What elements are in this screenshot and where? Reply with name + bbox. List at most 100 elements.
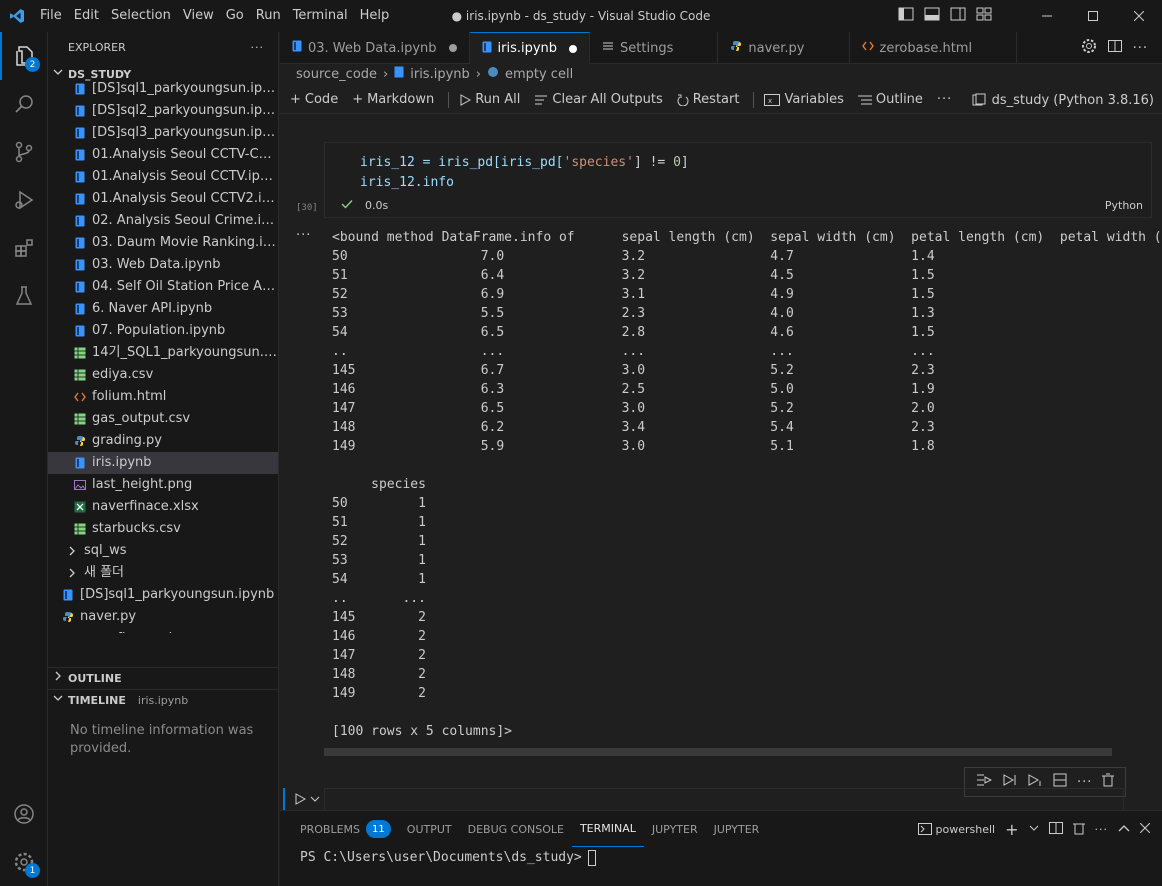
menu-file[interactable]: File [34, 0, 68, 32]
unsaved-dot-icon[interactable] [448, 44, 457, 52]
menu-selection[interactable]: Selection [105, 0, 177, 32]
file-item[interactable]: 04. Self Oil Station Price Analys... [48, 276, 278, 298]
menu-edit[interactable]: Edit [68, 0, 105, 32]
outline-button[interactable]: Outline [857, 92, 923, 107]
menu-go[interactable]: Go [220, 0, 250, 32]
split-terminal-icon[interactable] [1048, 821, 1063, 838]
file-item[interactable]: [DS]sql3_parkyoungsun.ipynb [48, 122, 278, 144]
tab-jupyter-2[interactable]: JUPYTER [706, 811, 768, 847]
more-actions-icon[interactable]: ··· [251, 32, 265, 64]
file-item[interactable]: starbucks.csv [48, 518, 278, 540]
extensions-icon[interactable] [0, 224, 48, 272]
tab-problems[interactable]: PROBLEMS 11 [292, 811, 399, 847]
file-item[interactable]: grading.py [48, 430, 278, 452]
breadcrumb-file[interactable]: iris.ipynb [410, 64, 470, 86]
editor-tab[interactable]: naver.py [718, 32, 850, 64]
file-item[interactable]: [DS]sql1_parkyoungsun.ipynb [48, 78, 278, 100]
unsaved-dot-icon[interactable] [569, 44, 578, 53]
source-control-icon[interactable] [0, 128, 48, 176]
file-item[interactable]: 14기_SQL1_parkyoungsun.csv.c... [48, 342, 278, 364]
file-item[interactable]: 07. Population.ipynb [48, 320, 278, 342]
account-icon[interactable] [0, 790, 48, 838]
file-name: gas_output.csv [92, 411, 191, 426]
file-item[interactable]: 01.Analysis Seoul CCTV-Copy1.... [48, 144, 278, 166]
more-actions-icon[interactable]: ··· [1095, 823, 1109, 836]
tab-output[interactable]: OUTPUT [399, 811, 460, 847]
file-item[interactable]: 03. Daum Movie Ranking.ipynb [48, 232, 278, 254]
outline-section[interactable]: OUTLINE [48, 667, 278, 690]
toggle-sidebar-icon[interactable] [898, 7, 914, 25]
output-horizontal-scrollbar[interactable] [324, 748, 1112, 756]
minimize-icon[interactable] [1024, 0, 1070, 32]
menu-run[interactable]: Run [250, 0, 287, 32]
restart-button[interactable]: Restart [677, 92, 739, 107]
menu-help[interactable]: Help [354, 0, 396, 32]
run-debug-icon[interactable] [0, 176, 48, 224]
terminal-content[interactable]: PS C:\Users\user\Documents\ds_study> [280, 847, 1162, 869]
editor-tab[interactable]: 03. Web Data.ipynb [280, 32, 470, 64]
breadcrumb-folder[interactable]: source_code [296, 64, 377, 86]
tab-debug-console[interactable]: DEBUG CONSOLE [460, 811, 572, 847]
run-all-button[interactable]: Run All [459, 92, 520, 107]
menu-terminal[interactable]: Terminal [287, 0, 354, 32]
trash-icon[interactable] [1072, 821, 1085, 838]
close-icon[interactable] [1116, 0, 1162, 32]
file-item[interactable]: 01.Analysis Seoul CCTV2.ipynb [48, 188, 278, 210]
chevron-down-icon[interactable] [1029, 823, 1039, 836]
file-item[interactable]: last_height.png [48, 474, 278, 496]
clear-outputs-button[interactable]: Clear All Outputs [534, 92, 663, 107]
folder-item[interactable]: sql_ws [48, 540, 278, 562]
file-item[interactable]: ediya.csv [48, 364, 278, 386]
file-item[interactable]: naverfinace.xlsx [48, 496, 278, 518]
more-actions-icon[interactable]: ··· [1133, 41, 1148, 56]
file-item[interactable]: folium.html [48, 386, 278, 408]
file-item[interactable]: 01.Analysis Seoul CCTV.ipynb [48, 166, 278, 188]
testing-flask-icon[interactable] [0, 272, 48, 320]
file-item[interactable]: gas_output.csv [48, 408, 278, 430]
editor-tab[interactable]: Settings [590, 32, 719, 64]
editor-tab[interactable]: iris.ipynb [469, 32, 591, 64]
toggle-panel-icon[interactable] [924, 7, 940, 25]
file-item[interactable]: naverfinace.xlsx [48, 628, 278, 633]
code-cell[interactable]: iris_12 = iris_pd[iris_pd['species'] != … [324, 142, 1152, 218]
file-item[interactable]: naver.py [48, 606, 278, 628]
gear-icon[interactable] [1081, 38, 1097, 58]
file-item[interactable]: iris.ipynb [48, 452, 278, 474]
file-item[interactable]: 03. Web Data.ipynb [48, 254, 278, 276]
variables-button[interactable]: x Variables [764, 92, 844, 107]
maximize-panel-icon[interactable] [1118, 823, 1130, 836]
timeline-header[interactable]: TIMELINE iris.ipynb [48, 690, 278, 712]
file-name: [DS]sql2_parkyoungsun.ipynb [92, 103, 279, 118]
code-editor[interactable]: iris_12 = iris_pd[iris_pd['species'] != … [325, 143, 1151, 193]
add-code-button[interactable]: + Code [290, 92, 338, 107]
toggle-secondary-sidebar-icon[interactable] [950, 7, 966, 25]
editor-tab[interactable]: zerobase.html [850, 32, 1018, 64]
tab-terminal[interactable]: TERMINAL [571, 811, 644, 847]
customize-layout-icon[interactable] [976, 7, 992, 25]
add-markdown-button[interactable]: + Markdown [352, 92, 434, 107]
empty-cell-editor[interactable] [324, 788, 1124, 810]
kernel-picker[interactable]: ds_study (Python 3.8.16) [972, 86, 1154, 114]
cell-language[interactable]: Python [1105, 199, 1143, 212]
close-panel-icon[interactable] [1139, 822, 1151, 836]
new-terminal-icon[interactable]: + [1005, 820, 1018, 839]
file-item[interactable]: 6. Naver API.ipynb [48, 298, 278, 320]
breadcrumb-cell[interactable]: empty cell [505, 64, 573, 86]
run-cell-button[interactable] [294, 788, 320, 810]
file-item[interactable]: [DS]sql1_parkyoungsun.ipynb [48, 584, 278, 606]
folder-item[interactable]: 새 폴더 [48, 562, 278, 584]
output-actions-icon[interactable]: ··· [296, 228, 311, 243]
empty-cell[interactable] [280, 788, 1162, 810]
gear-icon[interactable]: 1 [0, 838, 48, 886]
menu-view[interactable]: View [177, 0, 220, 32]
file-item[interactable]: [DS]sql2_parkyoungsun.ipynb [48, 100, 279, 122]
file-item[interactable]: 02. Analysis Seoul Crime.ipynb [48, 210, 278, 232]
search-icon[interactable] [0, 80, 48, 128]
editor-tab-label: zerobase.html [879, 40, 973, 56]
maximize-icon[interactable] [1070, 0, 1116, 32]
explorer-icon[interactable]: 2 [0, 32, 48, 80]
more-actions-icon[interactable]: ··· [937, 92, 952, 107]
split-editor-icon[interactable] [1107, 38, 1123, 58]
terminal-shell-selector[interactable]: powershell [917, 823, 995, 836]
tab-jupyter[interactable]: JUPYTER [644, 811, 706, 847]
